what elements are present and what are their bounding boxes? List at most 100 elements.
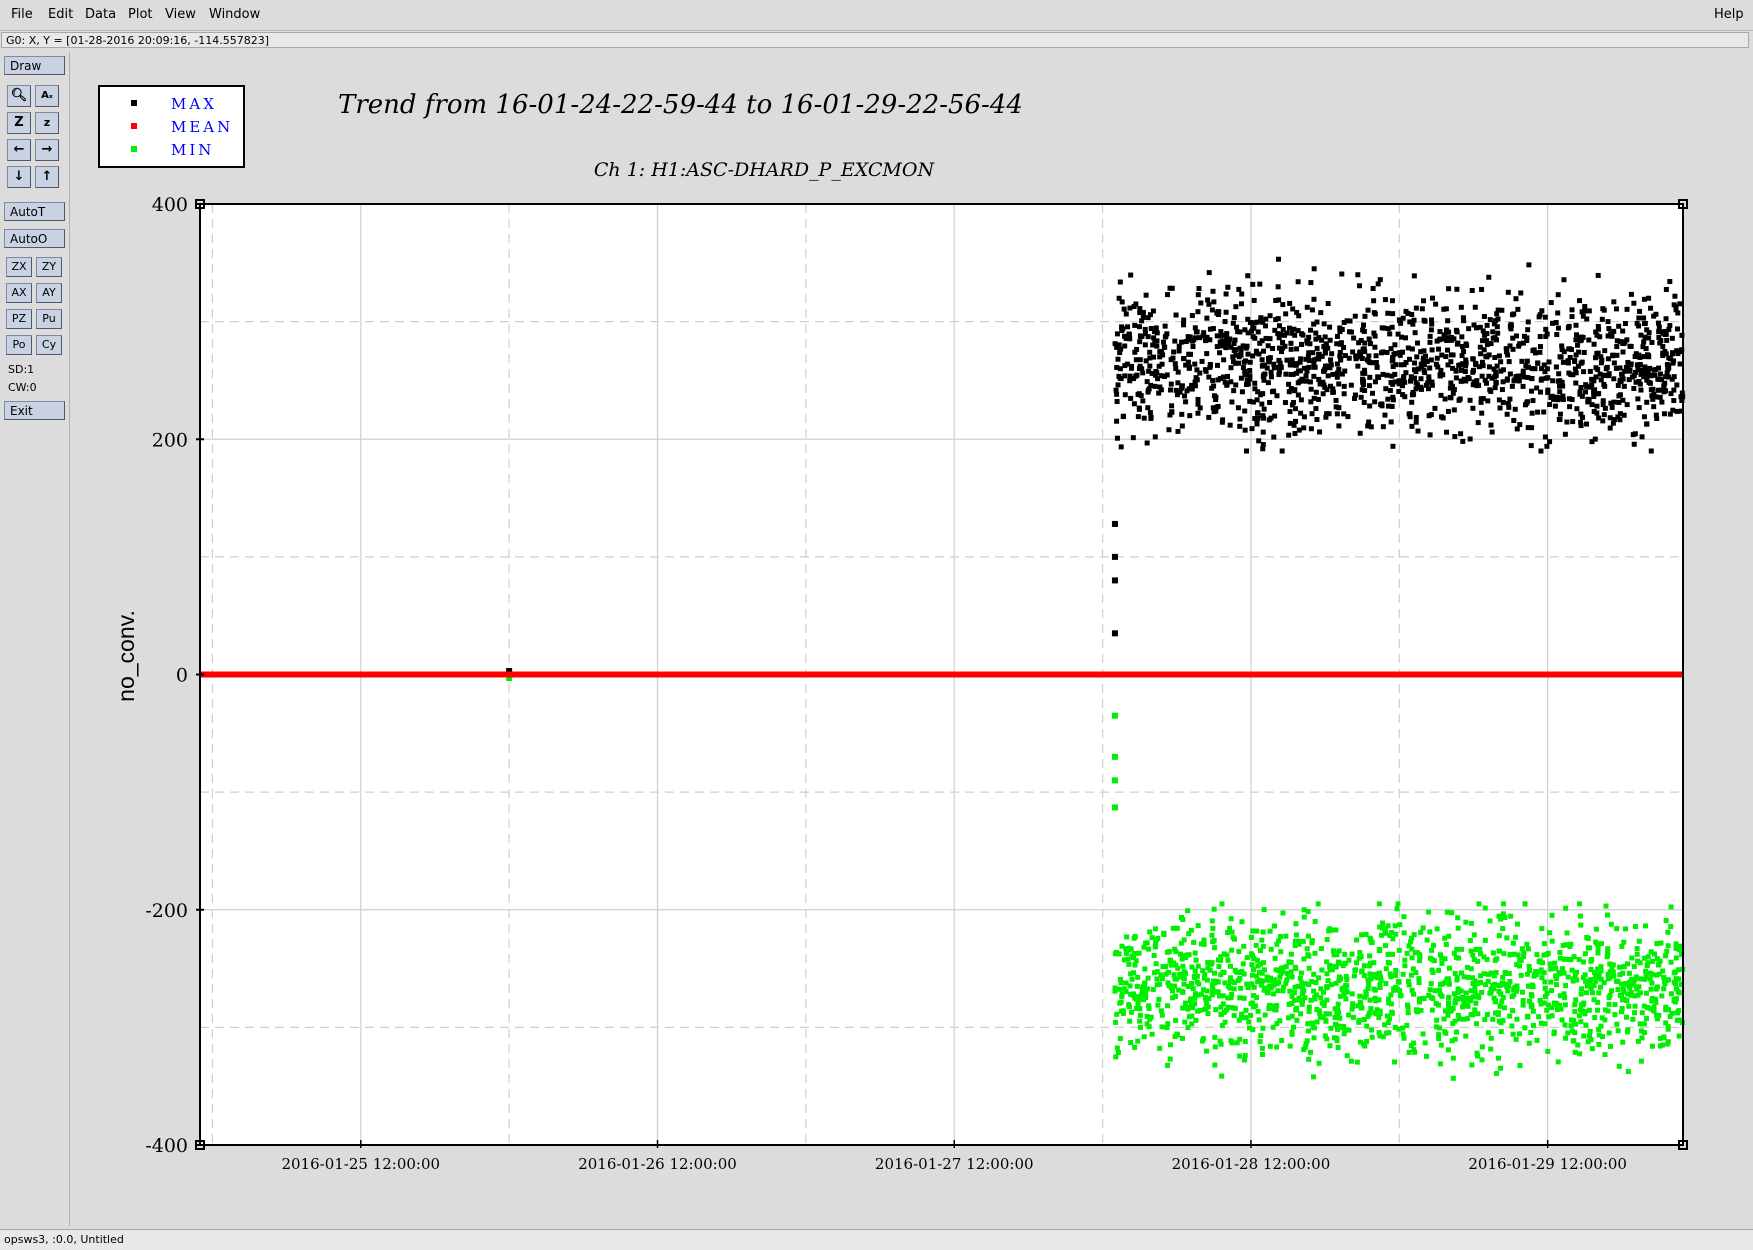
max-point [1529,376,1535,382]
min-point [1279,1038,1285,1044]
zy-button[interactable]: ZY [36,257,62,277]
autoo-button[interactable]: AutoO [4,229,65,248]
max-point [1578,423,1584,429]
min-point [1311,1035,1317,1041]
min-point [1165,1003,1171,1009]
min-point [1555,1059,1561,1065]
max-point [1153,325,1159,331]
min-point [1627,985,1633,991]
min-point [1632,924,1638,930]
min-point [1217,1038,1223,1044]
menu-help[interactable]: Help [1714,7,1744,22]
max-point [1433,361,1439,367]
ay-button[interactable]: AY [36,283,62,303]
autoscale-icon[interactable]: Aₓ [35,85,59,107]
arrow-up-icon[interactable]: ↑ [35,166,59,188]
min-point [1649,958,1655,964]
min-point [1318,946,1324,952]
max-point [1642,334,1648,340]
min-point [1132,1044,1138,1050]
min-point [1638,1028,1644,1034]
min-point [1577,1007,1583,1013]
menu-plot[interactable]: Plot [128,7,153,22]
min-point [1490,1016,1496,1022]
min-point [1485,1030,1491,1036]
max-point [1525,327,1531,333]
max-point [1494,337,1500,343]
max-point [1318,310,1324,316]
min-point [1539,926,1545,932]
max-point [1366,383,1372,389]
min-point [1606,1001,1612,1007]
arrow-left-icon[interactable]: ← [7,139,31,161]
max-point [1328,357,1334,363]
min-point [1602,1052,1608,1058]
max-point [1476,382,1482,388]
min-point [1311,1025,1317,1031]
cy-button[interactable]: Cy [36,335,62,355]
max-point [1614,338,1620,344]
max-point [1288,346,1294,352]
min-point [1652,951,1658,957]
max-point [1242,427,1248,433]
min-point [1615,979,1621,985]
max-point [1276,372,1282,378]
min-point [1343,996,1349,1002]
max-point [1195,292,1201,298]
max-point [1239,389,1245,395]
max-point [1181,356,1187,362]
min-point [1564,930,1570,936]
trend-chart[interactable]: MAX MEAN MIN Trend from 16-01-24-22-59-4… [70,52,1753,1227]
max-point [1115,382,1121,388]
arrow-down-icon[interactable]: ↓ [7,166,31,188]
max-point [1489,429,1495,435]
max-point [1639,434,1645,440]
max-point [1161,339,1167,345]
zx-button[interactable]: ZX [6,257,32,277]
max-point [1237,345,1243,351]
min-point [1232,980,1238,986]
min-point [1572,1030,1578,1036]
max-point [1190,343,1196,349]
zoom-out-icon[interactable]: z [35,112,59,134]
po-button[interactable]: Po [6,335,32,355]
menu-edit[interactable]: Edit [48,7,73,22]
autot-button[interactable]: AutoT [4,202,65,221]
max-point [1249,426,1255,432]
min-point [1346,1012,1352,1018]
min-point [1527,998,1533,1004]
max-point [1252,380,1258,386]
max-point [1432,405,1438,411]
menu-window[interactable]: Window [209,7,260,22]
min-point [1250,953,1256,959]
min-point [1250,928,1256,934]
min-point [1202,1006,1208,1012]
ax-button[interactable]: AX [6,283,32,303]
max-point [1372,379,1378,385]
max-point [1311,373,1317,379]
menu-view[interactable]: View [165,7,196,22]
pz-button[interactable]: PZ [6,309,32,329]
min-point [1322,1033,1328,1039]
zoom-icon[interactable]: 🔍︎ [7,85,31,107]
menu-data[interactable]: Data [85,7,116,22]
draw-button[interactable]: Draw [4,56,65,75]
min-point [1607,1043,1613,1049]
max-point [1175,380,1181,386]
min-point [1673,945,1679,951]
max-point [1257,281,1263,287]
max-point [1529,425,1535,431]
pu-button[interactable]: Pu [36,309,62,329]
min-point [1654,941,1660,947]
exit-button[interactable]: Exit [4,401,65,420]
min-point [1152,944,1158,950]
menu-file[interactable]: File [11,7,33,22]
max-point [1499,387,1505,393]
arrow-right-icon[interactable]: → [35,139,59,161]
min-point [1449,1038,1455,1044]
zoom-in-icon[interactable]: Z [7,112,31,134]
min-point [1368,1006,1374,1012]
min-point [1230,935,1236,941]
min-point [1367,935,1373,941]
max-point [1259,357,1265,363]
